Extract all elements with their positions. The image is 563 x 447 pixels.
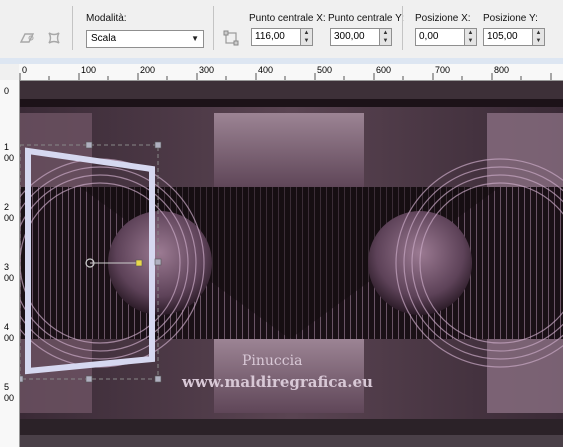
tool-options-bar: Modalità: Scala ▼ Punto centrale X: 116,… <box>0 0 563 59</box>
center-y-value: 300,00 <box>330 28 380 46</box>
ruler-label: 600 <box>376 65 392 75</box>
spin-up-icon[interactable]: ▲ <box>465 29 476 37</box>
perspective-icon[interactable] <box>18 29 36 47</box>
chevron-down-icon: ▼ <box>191 34 199 43</box>
mode-dropdown[interactable]: Scala ▼ <box>86 30 204 48</box>
mode-label: Modalità: <box>86 13 127 24</box>
center-x-value: 116,00 <box>251 28 301 46</box>
ruler-label: 0 <box>4 86 10 96</box>
spin-down-icon[interactable]: ▼ <box>380 37 391 45</box>
ruler-label: 00 <box>4 393 15 403</box>
ruler-label: 5 <box>4 382 10 392</box>
ruler-label: 0 <box>22 65 28 75</box>
ruler-label: 500 <box>317 65 333 75</box>
pos-y-input[interactable]: 105,00 ▲ ▼ <box>483 28 545 46</box>
toolbar-separator <box>72 6 73 50</box>
ruler-label: 1 <box>4 142 10 152</box>
ruler-label: 3 <box>4 262 10 272</box>
ruler-label: 2 <box>4 202 10 212</box>
ruler-label: 200 <box>140 65 156 75</box>
spin-down-icon[interactable]: ▼ <box>301 37 312 45</box>
spin-up-icon[interactable]: ▲ <box>533 29 544 37</box>
ruler-label: 00 <box>4 213 15 223</box>
deform-icon[interactable] <box>222 29 240 47</box>
horizontal-ruler: 0 100 200 300 400 500 600 700 800 <box>19 64 563 81</box>
center-y-label: Punto centrale Y: <box>328 13 404 24</box>
ruler-label: 400 <box>258 65 274 75</box>
spin-down-icon[interactable]: ▼ <box>465 37 476 45</box>
ruler-label: 00 <box>4 333 15 343</box>
spin-up-icon[interactable]: ▲ <box>380 29 391 37</box>
ruler-label: 100 <box>81 65 97 75</box>
mode-value: Scala <box>91 33 117 44</box>
pos-y-value: 105,00 <box>483 28 533 46</box>
watermark-url: www.maldiregrafica.eu <box>182 373 373 391</box>
spin-up-icon[interactable]: ▲ <box>301 29 312 37</box>
toolbar-separator <box>213 6 214 50</box>
watermark-name: Pinuccia <box>242 353 303 369</box>
pos-x-input[interactable]: 0,00 ▲ ▼ <box>415 28 477 46</box>
ruler-label: 700 <box>435 65 451 75</box>
ruler-label: 00 <box>4 273 15 283</box>
image-canvas[interactable]: Pinuccia www.maldiregrafica.eu <box>20 81 563 447</box>
ruler-label: 4 <box>4 322 10 332</box>
center-x-input[interactable]: 116,00 ▲ ▼ <box>251 28 313 46</box>
pos-x-value: 0,00 <box>415 28 465 46</box>
mesh-icon[interactable] <box>45 29 63 47</box>
pos-x-label: Posizione X: <box>415 13 471 24</box>
center-y-input[interactable]: 300,00 ▲ ▼ <box>330 28 392 46</box>
toolbar-separator <box>402 6 403 50</box>
ruler-label: 00 <box>4 153 15 163</box>
pos-y-label: Posizione Y: <box>483 13 538 24</box>
center-x-label: Punto centrale X: <box>249 13 326 24</box>
ruler-label: 300 <box>199 65 215 75</box>
vertical-ruler: 0 1 00 2 00 3 00 4 00 5 00 <box>0 80 20 447</box>
spin-down-icon[interactable]: ▼ <box>533 37 544 45</box>
ruler-label: 800 <box>494 65 510 75</box>
